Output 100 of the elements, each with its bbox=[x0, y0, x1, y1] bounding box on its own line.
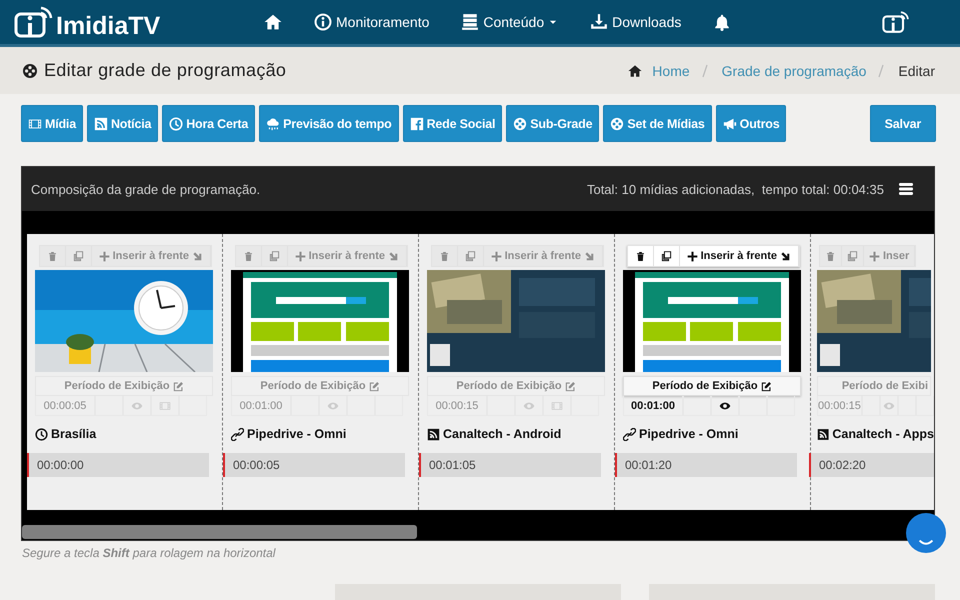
cloud-icon bbox=[266, 116, 280, 130]
arrow-down-right-icon bbox=[388, 250, 399, 262]
menu-icon[interactable] bbox=[898, 181, 914, 197]
media-title: Pipedrive - Omni bbox=[247, 427, 346, 441]
copy-icon bbox=[72, 250, 84, 262]
media-title: Brasília bbox=[51, 427, 96, 441]
copy-icon bbox=[268, 250, 280, 262]
media-card[interactable]: Inserir à frente Período de Exibição 00:00:15 Canaltech - Android 00:01:05 bbox=[419, 234, 615, 510]
info-icon bbox=[314, 13, 332, 31]
media-card[interactable]: Inserir à frente Período de Exibição 00:01:00 Pipedrive - Omni 00:00:05 bbox=[223, 234, 419, 510]
start-time: 00:00:05 bbox=[223, 453, 405, 477]
reel-icon bbox=[22, 62, 38, 78]
duration-cell: 00:00:15 bbox=[817, 396, 862, 416]
breadcrumb-separator bbox=[878, 64, 884, 78]
edit-icon bbox=[564, 380, 576, 392]
add-media-button[interactable]: Notícia bbox=[86, 105, 158, 142]
nav-link[interactable]: Downloads bbox=[590, 13, 682, 31]
plus-icon bbox=[98, 250, 110, 262]
start-time: 00:01:05 bbox=[419, 453, 601, 477]
arrow-down-right-icon bbox=[584, 250, 595, 262]
edit-icon bbox=[172, 380, 184, 392]
home-icon[interactable] bbox=[264, 13, 282, 31]
reel-icon bbox=[513, 116, 528, 130]
trash-icon bbox=[438, 250, 450, 262]
empty-cell bbox=[683, 396, 711, 416]
trash-icon bbox=[242, 250, 254, 262]
copy-icon bbox=[847, 250, 858, 262]
display-period-button[interactable]: Período de Exibi bbox=[817, 376, 931, 396]
media-title: Pipedrive - Omni bbox=[639, 427, 738, 441]
display-period-button[interactable]: Período de Exibição bbox=[427, 376, 605, 396]
brand-name: ImidiaTV bbox=[56, 12, 160, 40]
display-period-button[interactable]: Período de Exibição bbox=[231, 376, 409, 396]
download-icon bbox=[590, 13, 608, 31]
empty-cell bbox=[767, 396, 795, 416]
tv-logo-icon bbox=[14, 5, 54, 39]
display-period-button[interactable]: Período de Exibição bbox=[623, 376, 801, 396]
duration-cell: 00:00:15 bbox=[427, 396, 487, 416]
media-title: Canaltech - Android bbox=[443, 427, 562, 441]
summary-text: Total: 10 mídias adicionadas, tempo total: 00:04:35 bbox=[586, 182, 884, 196]
breadcrumb-separator bbox=[702, 64, 708, 78]
eye-icon[interactable] bbox=[719, 400, 731, 412]
trash-icon bbox=[825, 250, 836, 262]
rss-icon bbox=[427, 428, 440, 440]
copy-icon bbox=[464, 250, 476, 262]
hint-text: Segure a tecla Shift para rolagem na horizontal bbox=[22, 546, 277, 560]
start-time: 00:02:20 bbox=[809, 453, 934, 477]
add-media-button[interactable]: Outros bbox=[716, 105, 786, 142]
edit-icon bbox=[760, 380, 772, 392]
megaphone-icon bbox=[722, 116, 737, 130]
duration-cell: 00:00:05 bbox=[35, 396, 95, 416]
start-time: 00:00:00 bbox=[27, 453, 209, 477]
breadcrumb-link[interactable]: Home bbox=[652, 62, 690, 78]
clock-icon bbox=[35, 428, 48, 440]
save-button[interactable]: Salvar bbox=[870, 105, 936, 142]
trash-icon bbox=[634, 250, 646, 262]
start-time: 00:01:20 bbox=[615, 453, 797, 477]
link-icon bbox=[623, 428, 636, 440]
reel-icon bbox=[610, 116, 624, 130]
current-page-label: Editar bbox=[898, 62, 935, 78]
nav-link[interactable]: Conteúdo bbox=[461, 13, 558, 31]
clock-icon bbox=[169, 116, 184, 130]
plus-icon bbox=[869, 250, 880, 262]
facebook-icon bbox=[410, 116, 424, 130]
display-period-button[interactable]: Período de Exibição bbox=[35, 376, 213, 396]
duration-cell: 00:01:00 bbox=[623, 396, 683, 416]
rss-icon bbox=[817, 428, 830, 440]
add-media-button[interactable]: Rede Social bbox=[402, 105, 502, 142]
book-icon bbox=[461, 13, 480, 31]
arrow-down-right-icon bbox=[192, 250, 203, 262]
empty-cell bbox=[739, 396, 767, 416]
add-media-button[interactable]: Sub-Grade bbox=[506, 105, 600, 142]
smile-icon bbox=[918, 539, 934, 547]
add-media-button[interactable]: Mídia bbox=[21, 105, 83, 142]
page-title: Editar grade de programação bbox=[44, 60, 286, 81]
plus-icon bbox=[294, 250, 306, 262]
home-icon bbox=[628, 64, 642, 78]
scrollbar-thumb[interactable] bbox=[22, 525, 417, 539]
add-media-button[interactable]: Set de Mídias bbox=[603, 105, 712, 142]
plus-icon bbox=[686, 250, 698, 262]
add-media-button[interactable]: Hora Certa bbox=[162, 105, 256, 142]
panel-title: Composição da grade de programação. bbox=[31, 182, 260, 196]
bell-icon[interactable] bbox=[713, 13, 732, 31]
film-icon bbox=[28, 116, 42, 130]
edit-icon bbox=[368, 380, 380, 392]
copy-icon bbox=[660, 250, 672, 262]
tv-logo-icon[interactable] bbox=[882, 10, 910, 34]
arrow-down-right-icon bbox=[780, 250, 791, 262]
trash-icon bbox=[46, 250, 58, 262]
media-card[interactable]: Inserir à frente Período de Exibição 00:00:05 Brasília 00:00:00 bbox=[27, 234, 223, 510]
plus-icon bbox=[490, 250, 502, 262]
rss-icon bbox=[94, 116, 108, 130]
chat-button[interactable] bbox=[906, 513, 946, 553]
nav-link[interactable]: Monitoramento bbox=[314, 13, 430, 31]
breadcrumb-link[interactable]: Grade de programação bbox=[722, 62, 866, 78]
media-card[interactable]: Inser Período de Exibi 00:00:15 Canaltech - Apps 00:02:20 bbox=[811, 234, 934, 510]
add-media-button[interactable]: Previsão do tempo bbox=[259, 105, 399, 142]
link-icon bbox=[231, 428, 244, 440]
duration-cell: 00:01:00 bbox=[231, 396, 291, 416]
media-card[interactable]: Inserir à frente Período de Exibição 00:01:00 Pipedrive - Omni 00:01:20 bbox=[615, 234, 811, 510]
media-title: Canaltech - Apps bbox=[832, 427, 934, 441]
